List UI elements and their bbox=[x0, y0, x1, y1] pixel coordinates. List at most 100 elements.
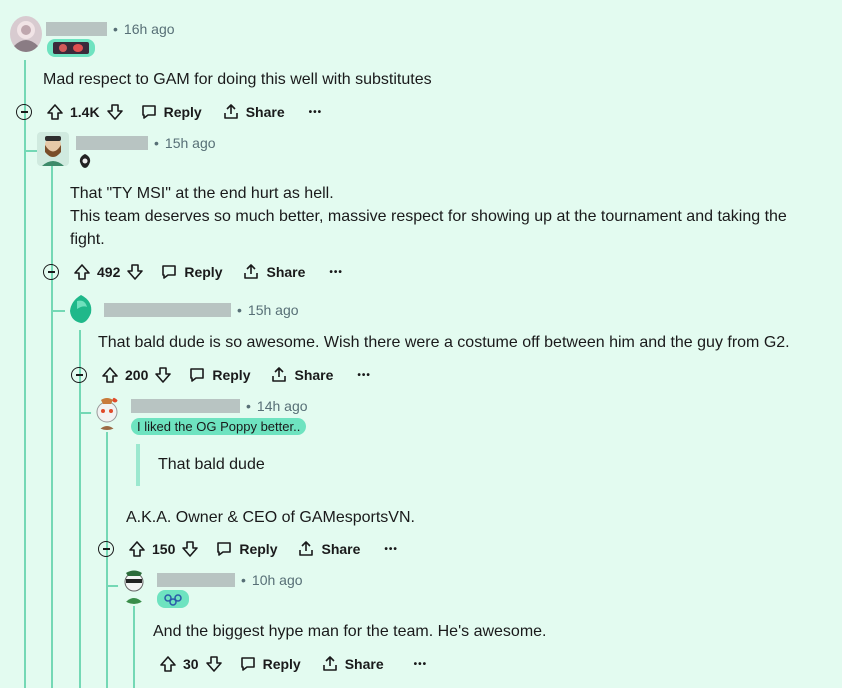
avatar[interactable] bbox=[37, 132, 69, 166]
share-button[interactable]: Share bbox=[270, 366, 333, 384]
comment-body: That "TY MSI" at the end hurt as hell. T… bbox=[70, 182, 810, 251]
share-label: Share bbox=[245, 104, 285, 120]
separator: • bbox=[246, 398, 251, 414]
vote-count: 200 bbox=[125, 367, 149, 383]
downvote-icon[interactable] bbox=[126, 263, 144, 281]
avatar[interactable] bbox=[65, 293, 97, 325]
downvote-icon[interactable] bbox=[106, 103, 124, 121]
redacted-username[interactable] bbox=[157, 573, 235, 587]
separator: • bbox=[154, 135, 159, 151]
vote-count: 150 bbox=[152, 541, 176, 557]
share-label: Share bbox=[266, 264, 306, 280]
vote-group: 150 bbox=[128, 540, 199, 558]
user-flair-badge bbox=[47, 39, 95, 57]
quote-text: That bald dude bbox=[158, 456, 265, 473]
avatar[interactable] bbox=[10, 16, 42, 52]
timestamp[interactable]: 15h ago bbox=[165, 135, 216, 151]
share-button[interactable]: Share bbox=[222, 103, 285, 121]
collapse-thread-button[interactable] bbox=[16, 104, 32, 120]
vote-group: 200 bbox=[101, 366, 172, 384]
reply-button[interactable]: Reply bbox=[160, 263, 222, 281]
timestamp[interactable]: 14h ago bbox=[257, 398, 308, 414]
reply-button[interactable]: Reply bbox=[215, 540, 277, 558]
avatar[interactable] bbox=[91, 396, 123, 430]
upvote-icon[interactable] bbox=[73, 263, 91, 281]
share-label: Share bbox=[344, 656, 384, 672]
comment-icon bbox=[140, 103, 158, 121]
more-options-button[interactable]: ••• bbox=[384, 544, 398, 555]
share-icon bbox=[297, 540, 315, 558]
downvote-icon[interactable] bbox=[181, 540, 199, 558]
comment-meta: • 15h ago bbox=[76, 135, 216, 151]
timestamp[interactable]: 16h ago bbox=[124, 21, 175, 37]
share-button[interactable]: Share bbox=[297, 540, 360, 558]
reply-button[interactable]: Reply bbox=[188, 366, 250, 384]
separator: • bbox=[113, 21, 118, 37]
comment-body-line: That "TY MSI" at the end hurt as hell. bbox=[70, 185, 334, 202]
redacted-username[interactable] bbox=[131, 399, 240, 413]
more-options-button[interactable]: ••• bbox=[357, 370, 371, 381]
user-flair-icon bbox=[78, 153, 92, 169]
reply-button[interactable]: Reply bbox=[239, 655, 301, 673]
thread-line-5[interactable] bbox=[133, 606, 135, 688]
upvote-icon[interactable] bbox=[46, 103, 64, 121]
thread-line-1[interactable] bbox=[24, 60, 26, 688]
share-button[interactable]: Share bbox=[242, 263, 305, 281]
timestamp[interactable]: 10h ago bbox=[252, 572, 303, 588]
comment-body-line: This team deserves so much better, massi… bbox=[70, 208, 787, 248]
upvote-icon[interactable] bbox=[128, 540, 146, 558]
comment-meta: • 16h ago bbox=[46, 21, 175, 37]
user-flair-container: I liked the OG Poppy better.. bbox=[131, 418, 307, 436]
collapse-thread-button[interactable] bbox=[43, 264, 59, 280]
comment-icon bbox=[239, 655, 257, 673]
share-icon bbox=[321, 655, 339, 673]
comment-actions: 492 Reply Share ••• bbox=[43, 263, 343, 281]
more-options-button[interactable]: ••• bbox=[309, 107, 323, 118]
vote-count: 30 bbox=[183, 656, 199, 672]
share-label: Share bbox=[321, 541, 361, 557]
reply-label: Reply bbox=[184, 264, 223, 280]
comment-actions: 30 Reply Share ••• bbox=[159, 655, 427, 673]
comment-meta: • 15h ago bbox=[104, 302, 299, 318]
redacted-username[interactable] bbox=[76, 136, 148, 150]
vote-group: 1.4K bbox=[46, 103, 124, 121]
upvote-icon[interactable] bbox=[101, 366, 119, 384]
downvote-icon[interactable] bbox=[154, 366, 172, 384]
more-options-button[interactable]: ••• bbox=[329, 267, 343, 278]
comment-icon bbox=[215, 540, 233, 558]
share-label: Share bbox=[294, 367, 334, 383]
separator: • bbox=[241, 572, 246, 588]
vote-count: 492 bbox=[97, 264, 121, 280]
comment-body: A.K.A. Owner & CEO of GAMesportsVN. bbox=[126, 509, 415, 526]
comment-actions: 150 Reply Share ••• bbox=[98, 540, 398, 558]
downvote-icon[interactable] bbox=[205, 655, 223, 673]
blockquote: That bald dude bbox=[136, 444, 265, 486]
separator: • bbox=[237, 302, 242, 318]
thread-line-4[interactable] bbox=[106, 432, 108, 688]
share-button[interactable]: Share bbox=[321, 655, 384, 673]
comment-body: And the biggest hype man for the team. H… bbox=[153, 623, 547, 640]
timestamp[interactable]: 15h ago bbox=[248, 302, 299, 318]
thread-elbow bbox=[51, 310, 65, 312]
reply-label: Reply bbox=[239, 541, 278, 557]
share-icon bbox=[222, 103, 240, 121]
reply-button[interactable]: Reply bbox=[140, 103, 202, 121]
thread-elbow bbox=[24, 150, 38, 152]
vote-count: 1.4K bbox=[70, 104, 100, 120]
comment-actions: 200 Reply Share ••• bbox=[71, 366, 371, 384]
redacted-username[interactable] bbox=[104, 303, 231, 317]
comment-meta: • 10h ago bbox=[157, 572, 303, 588]
share-icon bbox=[242, 263, 260, 281]
comment-meta: • 14h ago bbox=[131, 398, 308, 414]
thread-line-2[interactable] bbox=[51, 165, 53, 688]
redacted-username[interactable] bbox=[46, 22, 107, 36]
upvote-icon[interactable] bbox=[159, 655, 177, 673]
avatar[interactable] bbox=[118, 568, 150, 604]
collapse-thread-button[interactable] bbox=[71, 367, 87, 383]
user-flair-text: I liked the OG Poppy better.. bbox=[131, 418, 307, 435]
more-options-button[interactable]: ••• bbox=[414, 659, 428, 670]
comment-icon bbox=[188, 366, 206, 384]
collapse-thread-button[interactable] bbox=[98, 541, 114, 557]
vote-group: 492 bbox=[73, 263, 144, 281]
share-icon bbox=[270, 366, 288, 384]
